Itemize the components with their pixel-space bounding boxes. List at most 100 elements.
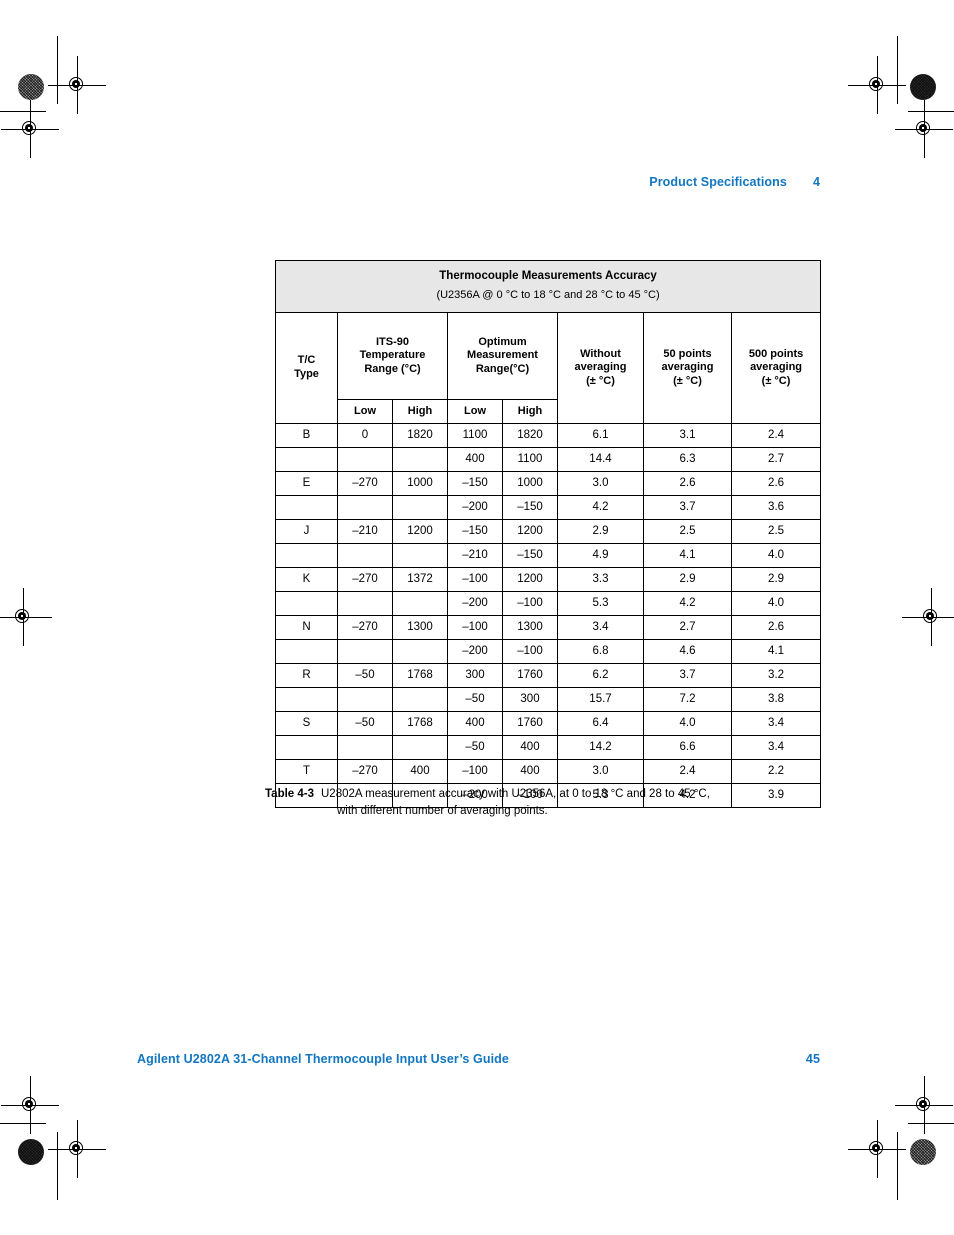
cell-500-points-averaging: 2.4 <box>730 423 822 449</box>
cell-optimum-low: –100 <box>447 759 503 785</box>
column-header-optimum-high: High <box>502 399 558 425</box>
cell-its90-high: 1200 <box>392 519 448 545</box>
table-row: B 0 1820 1100 1820 6.1 3.1 2.4 <box>275 423 822 449</box>
cell-its90-high: 1820 <box>392 423 448 449</box>
cell-its90-low: –270 <box>337 567 393 593</box>
without-averaging-line-2: averaging <box>574 361 627 374</box>
cell-optimum-low: 400 <box>447 711 503 737</box>
cell-50-points-averaging: 7.2 <box>643 687 732 713</box>
avg50-line-2: averaging <box>661 361 714 374</box>
column-header-its90-range: ITS-90 Temperature Range (°C) <box>337 312 448 401</box>
cell-its90-low: –210 <box>337 519 393 545</box>
cell-its90-high: 400 <box>392 759 448 785</box>
cell-optimum-high: 1200 <box>502 519 558 545</box>
cell-50-points-averaging: 4.6 <box>643 639 732 665</box>
cell-tc-type <box>275 495 338 521</box>
cell-500-points-averaging: 2.9 <box>730 567 822 593</box>
its90-line-2: Temperature <box>359 349 426 362</box>
cell-500-points-averaging: 2.7 <box>730 447 822 473</box>
table-caption: Table 4-3 U2802A measurement accuracy wit… <box>265 786 825 821</box>
table-row: –200 –100 6.8 4.6 4.1 <box>275 639 822 665</box>
trim-line-left-upper-horizontal <box>0 111 46 112</box>
registration-target-bottom-right <box>848 1120 906 1178</box>
cell-optimum-high: 400 <box>502 735 558 761</box>
cell-50-points-averaging: 2.9 <box>643 567 732 593</box>
cell-optimum-high: 1760 <box>502 711 558 737</box>
cell-without-averaging: 3.0 <box>557 759 644 785</box>
cell-without-averaging: 3.4 <box>557 615 644 641</box>
its90-line-1: ITS-90 <box>375 335 409 348</box>
footer-page-number: 45 <box>805 1052 820 1066</box>
registration-target-top-left <box>48 56 106 114</box>
avg500-line-1: 500 points <box>748 347 804 360</box>
cell-500-points-averaging: 2.6 <box>730 615 822 641</box>
cell-500-points-averaging: 3.2 <box>730 663 822 689</box>
cell-without-averaging: 6.2 <box>557 663 644 689</box>
table-title-cell: Thermocouple Measurements Accuracy (U235… <box>274 259 822 314</box>
avg50-line-1: 50 points <box>663 347 712 360</box>
cell-tc-type <box>275 639 338 665</box>
table-row: T –270 400 –100 400 3.0 2.4 2.2 <box>275 759 822 785</box>
cell-optimum-low: –150 <box>447 519 503 545</box>
cell-its90-low <box>337 591 393 617</box>
cell-500-points-averaging: 3.4 <box>730 735 822 761</box>
header-chapter-number: 4 <box>812 175 820 189</box>
column-header-optimum-low: Low <box>447 399 503 425</box>
cell-its90-low <box>337 447 393 473</box>
cell-optimum-high: 400 <box>502 759 558 785</box>
cell-without-averaging: 2.9 <box>557 519 644 545</box>
cell-its90-low: –270 <box>337 615 393 641</box>
cell-without-averaging: 6.8 <box>557 639 644 665</box>
avg500-line-3: (± °C) <box>761 375 791 387</box>
cell-its90-high: 1372 <box>392 567 448 593</box>
column-header-tc-type: T/C Type <box>275 312 338 425</box>
cell-tc-type <box>275 447 338 473</box>
cell-its90-low <box>337 735 393 761</box>
cell-tc-type: J <box>275 519 338 545</box>
without-averaging-line-1: Without <box>580 347 621 360</box>
cell-optimum-high: –150 <box>502 495 558 521</box>
cell-50-points-averaging: 3.7 <box>643 495 732 521</box>
column-header-500-points-averaging: 500 points averaging (± °C) <box>730 312 822 425</box>
table-row: –50 300 15.7 7.2 3.8 <box>275 687 822 713</box>
halftone-dot-bottom-left <box>18 1139 44 1165</box>
optimum-line-2: Measurement <box>467 349 538 362</box>
cell-50-points-averaging: 2.7 <box>643 615 732 641</box>
cell-without-averaging: 4.9 <box>557 543 644 569</box>
avg50-line-3: (± °C) <box>673 375 702 387</box>
cell-optimum-low: –200 <box>447 639 503 665</box>
cell-optimum-high: 1000 <box>502 471 558 497</box>
trim-line-top-left-vertical <box>57 36 58 104</box>
cell-its90-high: 1000 <box>392 471 448 497</box>
cell-tc-type <box>275 591 338 617</box>
cell-50-points-averaging: 4.2 <box>643 591 732 617</box>
cell-optimum-high: 1200 <box>502 567 558 593</box>
cell-500-points-averaging: 4.0 <box>730 591 822 617</box>
cell-without-averaging: 3.3 <box>557 567 644 593</box>
cell-its90-low <box>337 543 393 569</box>
cell-50-points-averaging: 4.0 <box>643 711 732 737</box>
cell-optimum-low: 400 <box>447 447 503 473</box>
cell-its90-low: 0 <box>337 423 393 449</box>
cell-optimum-low: 1100 <box>447 423 503 449</box>
cell-without-averaging: 3.0 <box>557 471 644 497</box>
cell-optimum-low: –200 <box>447 591 503 617</box>
cell-without-averaging: 14.4 <box>557 447 644 473</box>
registration-target-top-right <box>848 56 906 114</box>
cell-500-points-averaging: 4.0 <box>730 543 822 569</box>
column-header-without-averaging: Without averaging (± °C) <box>557 312 644 425</box>
running-header: Product Specifications 4 <box>0 175 820 189</box>
table-row: J –210 1200 –150 1200 2.9 2.5 2.5 <box>275 519 822 545</box>
cell-50-points-averaging: 6.3 <box>643 447 732 473</box>
cell-optimum-high: 300 <box>502 687 558 713</box>
cell-its90-high <box>392 687 448 713</box>
cell-its90-low: –50 <box>337 711 393 737</box>
table-row: 400 1100 14.4 6.3 2.7 <box>275 447 822 473</box>
cell-tc-type <box>275 687 338 713</box>
cell-50-points-averaging: 2.5 <box>643 519 732 545</box>
running-footer: Agilent U2802A 31-Channel Thermocouple I… <box>137 1052 820 1066</box>
caption-line-2: with different number of averaging point… <box>337 805 548 818</box>
cell-optimum-high: 1300 <box>502 615 558 641</box>
cell-its90-high <box>392 735 448 761</box>
cell-its90-low: –50 <box>337 663 393 689</box>
